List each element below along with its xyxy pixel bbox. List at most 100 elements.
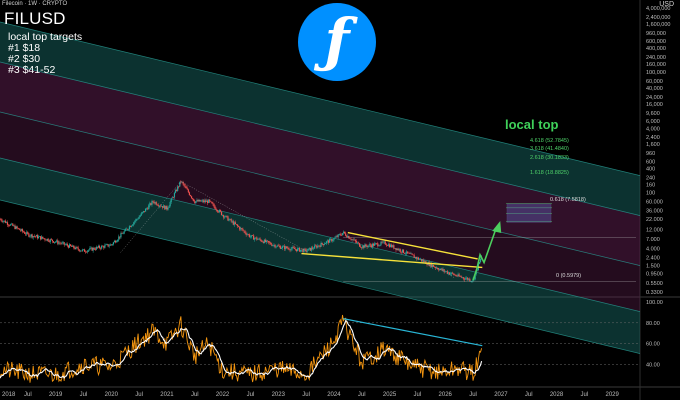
candle-body [21, 229, 24, 232]
price-axis-tick: 2.400 [646, 255, 660, 261]
candle-body [395, 248, 397, 251]
candle-body [93, 247, 95, 250]
candle-body [41, 236, 43, 240]
candle-body [392, 245, 394, 248]
candle-body [244, 231, 246, 234]
candle-body [15, 226, 17, 229]
candle-body [326, 240, 329, 242]
candle-body [44, 238, 46, 240]
candle-body [387, 244, 390, 246]
price-axis-tick: 100,000 [646, 70, 666, 76]
candle-body [401, 249, 404, 253]
candle-body [188, 192, 191, 196]
candle-body [270, 242, 272, 245]
candle-body [380, 241, 382, 245]
candle-body [20, 229, 23, 231]
candle-body [355, 241, 357, 243]
candle-body [448, 272, 451, 275]
candle-body [377, 243, 379, 247]
candle-body [285, 246, 287, 250]
candle-body [385, 244, 387, 246]
candle-body [179, 181, 181, 187]
candle-body [78, 249, 80, 252]
candle-body [382, 241, 384, 243]
candle-body [53, 241, 56, 243]
candle-body [117, 239, 119, 242]
price-axis-tick: 2,400 [646, 135, 660, 141]
candle-body [40, 236, 42, 240]
candle-body [400, 251, 402, 253]
candle-body [358, 243, 361, 247]
candle-body [13, 225, 15, 227]
price-axis-tick: 24,000 [646, 95, 663, 101]
candle-body [95, 246, 97, 250]
candle-body [379, 244, 381, 246]
candle-body [31, 234, 33, 238]
candle-body [38, 236, 41, 237]
candle-body [406, 251, 408, 254]
candle-body [135, 219, 137, 222]
time-axis-tick: 2024 [327, 392, 341, 398]
candle-body [306, 250, 308, 252]
candle-body [157, 205, 159, 207]
candle-body [402, 249, 405, 253]
price-axis-tick: 12.000 [646, 227, 663, 233]
candle-body [281, 246, 284, 248]
candle-body [235, 224, 238, 225]
candle-body [442, 269, 444, 271]
candle-body [88, 249, 90, 251]
candle-body [381, 241, 383, 243]
candle-body [48, 241, 50, 242]
time-axis-tick: Jul [302, 392, 310, 398]
target-note-3: #3 $41-52 [8, 64, 56, 76]
candle-body [283, 245, 285, 247]
candle-body [96, 246, 98, 248]
candle-body [34, 236, 36, 237]
candle-body [291, 247, 293, 249]
candle-body [307, 248, 309, 251]
candle-body [1, 220, 3, 222]
candle-body [186, 188, 188, 190]
candle-body [238, 226, 240, 227]
candle-body [120, 233, 122, 238]
candle-body [240, 228, 242, 230]
candle-body [209, 199, 211, 202]
candle-body [412, 254, 414, 256]
candle-body [272, 245, 274, 246]
time-axis-tick: 2029 [605, 392, 619, 398]
candle-body [175, 190, 178, 191]
candle-body [218, 210, 220, 213]
candle-body [273, 244, 275, 246]
candle-body [388, 244, 391, 248]
currency-label[interactable]: USD [659, 1, 674, 8]
candle-body [353, 239, 355, 241]
candle-body [391, 244, 393, 248]
fib-label-0: 0 (0.5979) [556, 273, 582, 279]
candle-body [100, 247, 102, 249]
candle-body [66, 244, 69, 246]
candle-body [85, 251, 87, 253]
time-axis-tick: Jul [525, 392, 533, 398]
candle-body [25, 233, 27, 235]
candle-body [119, 236, 121, 238]
candle-body [168, 205, 170, 208]
local-top-annotation: local top [505, 117, 559, 132]
candle-body [195, 201, 197, 204]
candle-body [61, 242, 63, 244]
candle-body [368, 244, 370, 246]
candle-body [323, 244, 325, 246]
price-axis-tick: 160 [646, 182, 655, 188]
candle-body [350, 238, 352, 240]
candle-body [5, 222, 8, 223]
candle-body [459, 276, 461, 277]
candle-body [460, 276, 462, 278]
candle-body [232, 221, 234, 225]
candle-body [399, 249, 401, 252]
price-axis-tick: 0.3300 [646, 290, 663, 296]
candle-body [411, 253, 413, 255]
candle-body [147, 208, 149, 210]
fib-label-0618: 0.618 (7.5818) [550, 197, 586, 203]
candle-body [457, 274, 459, 277]
candle-body [36, 235, 39, 239]
candle-body [378, 245, 380, 247]
